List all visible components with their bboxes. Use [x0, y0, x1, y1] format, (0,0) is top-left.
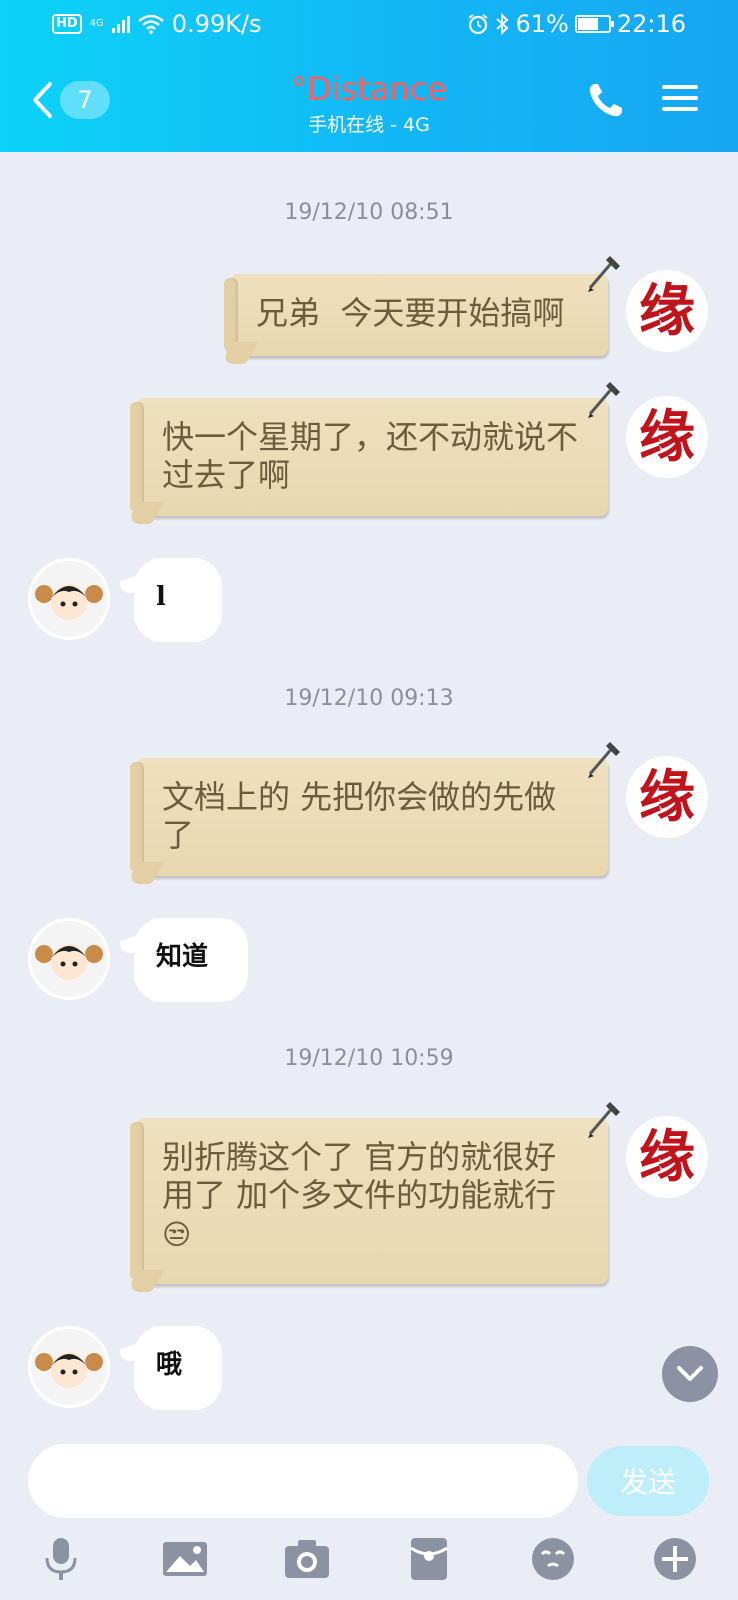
quill-icon [588, 742, 620, 778]
avatar-yuan-icon: 缘 [639, 764, 695, 830]
svg-text:缘: 缘 [639, 278, 695, 344]
sheep-avatar-icon [31, 1329, 107, 1405]
contact-avatar[interactable] [28, 918, 110, 1000]
chat-header: HD 4G 0.99K/s 61% 22:16 7 °Distance 手机在线… [0, 0, 738, 152]
timestamp: 19/12/10 10:59 [284, 1046, 454, 1071]
message-bubble-sent[interactable]: 兄弟 今天要开始搞啊 [224, 274, 608, 356]
avatar-yuan-icon: 缘 [639, 1124, 695, 1190]
online-status: 手机在线 - 4G [308, 114, 430, 136]
send-button[interactable]: 发送 [587, 1446, 709, 1516]
network-speed: 0.99K/s [171, 10, 262, 38]
svg-text:缘: 缘 [639, 1124, 695, 1190]
message-bubble-received[interactable]: 知道 [134, 918, 248, 1002]
contact-name: °Distance [291, 70, 447, 108]
avatar-yuan-icon: 缘 [639, 278, 695, 344]
quill-icon [588, 382, 620, 418]
timestamp: 19/12/10 09:13 [284, 686, 454, 711]
bluetooth-icon [496, 13, 509, 35]
message-text: 别折腾这个了 官方的就很好用了 加个多文件的功能就行 [162, 1138, 557, 1214]
quill-icon [588, 1102, 620, 1138]
microphone-icon[interactable] [36, 1534, 86, 1584]
chevron-down-icon [677, 1366, 703, 1381]
message-text: 知道 [156, 942, 209, 972]
svg-text:缘: 缘 [639, 404, 695, 470]
status-bar: HD 4G 0.99K/s 61% 22:16 [0, 0, 738, 52]
message-bubble-sent[interactable]: 别折腾这个了 官方的就很好用了 加个多文件的功能就行 😒 [130, 1118, 608, 1284]
image-icon[interactable] [160, 1534, 210, 1584]
message-bubble-received[interactable]: l [134, 558, 222, 642]
camera-icon[interactable] [282, 1534, 332, 1584]
message-input[interactable] [28, 1444, 578, 1518]
red-packet-icon[interactable] [404, 1534, 454, 1584]
my-avatar[interactable]: 缘 [626, 1116, 708, 1198]
hamburger-icon [662, 85, 698, 111]
avatar-yuan-icon: 缘 [639, 404, 695, 470]
svg-text:缘: 缘 [639, 764, 695, 830]
message-text: 文档上的 先把你会做的先做了 [162, 778, 557, 854]
phone-icon [589, 84, 622, 117]
input-toolbar [0, 1534, 738, 1600]
sheep-avatar-icon [31, 561, 107, 637]
hd-indicator: HD [52, 14, 82, 34]
clock: 22:16 [616, 10, 686, 38]
message-text: l [156, 582, 166, 612]
menu-button[interactable] [660, 78, 700, 118]
call-button[interactable] [586, 80, 626, 120]
message-text: 快一个星期了，还不动就说不过去了啊 [162, 418, 579, 494]
wifi-icon [137, 14, 164, 34]
battery-icon [574, 15, 614, 33]
alarm-icon [468, 14, 489, 35]
message-bubble-sent[interactable]: 快一个星期了，还不动就说不过去了啊 [130, 398, 608, 516]
quill-icon [588, 256, 620, 292]
my-avatar[interactable]: 缘 [626, 756, 708, 838]
my-avatar[interactable]: 缘 [626, 270, 708, 352]
message-bubble-received[interactable]: 哦 [134, 1326, 222, 1410]
network-type: 4G [89, 18, 104, 29]
signal-icon [111, 15, 130, 33]
sheep-avatar-icon [31, 921, 107, 997]
my-avatar[interactable]: 缘 [626, 396, 708, 478]
timestamp: 19/12/10 08:51 [284, 200, 454, 225]
message-bubble-sent[interactable]: 文档上的 先把你会做的先做了 [130, 758, 608, 876]
annoyed-emoji-icon: 😒 [162, 1218, 192, 1251]
message-text: 哦 [156, 1350, 183, 1380]
contact-avatar[interactable] [28, 1326, 110, 1408]
message-text: 兄弟 今天要开始搞啊 [256, 294, 565, 332]
plus-icon[interactable] [650, 1534, 700, 1584]
battery-percent: 61% [515, 10, 569, 38]
scroll-to-bottom-button[interactable] [662, 1346, 718, 1402]
contact-avatar[interactable] [28, 558, 110, 640]
emoji-icon[interactable] [528, 1534, 578, 1584]
